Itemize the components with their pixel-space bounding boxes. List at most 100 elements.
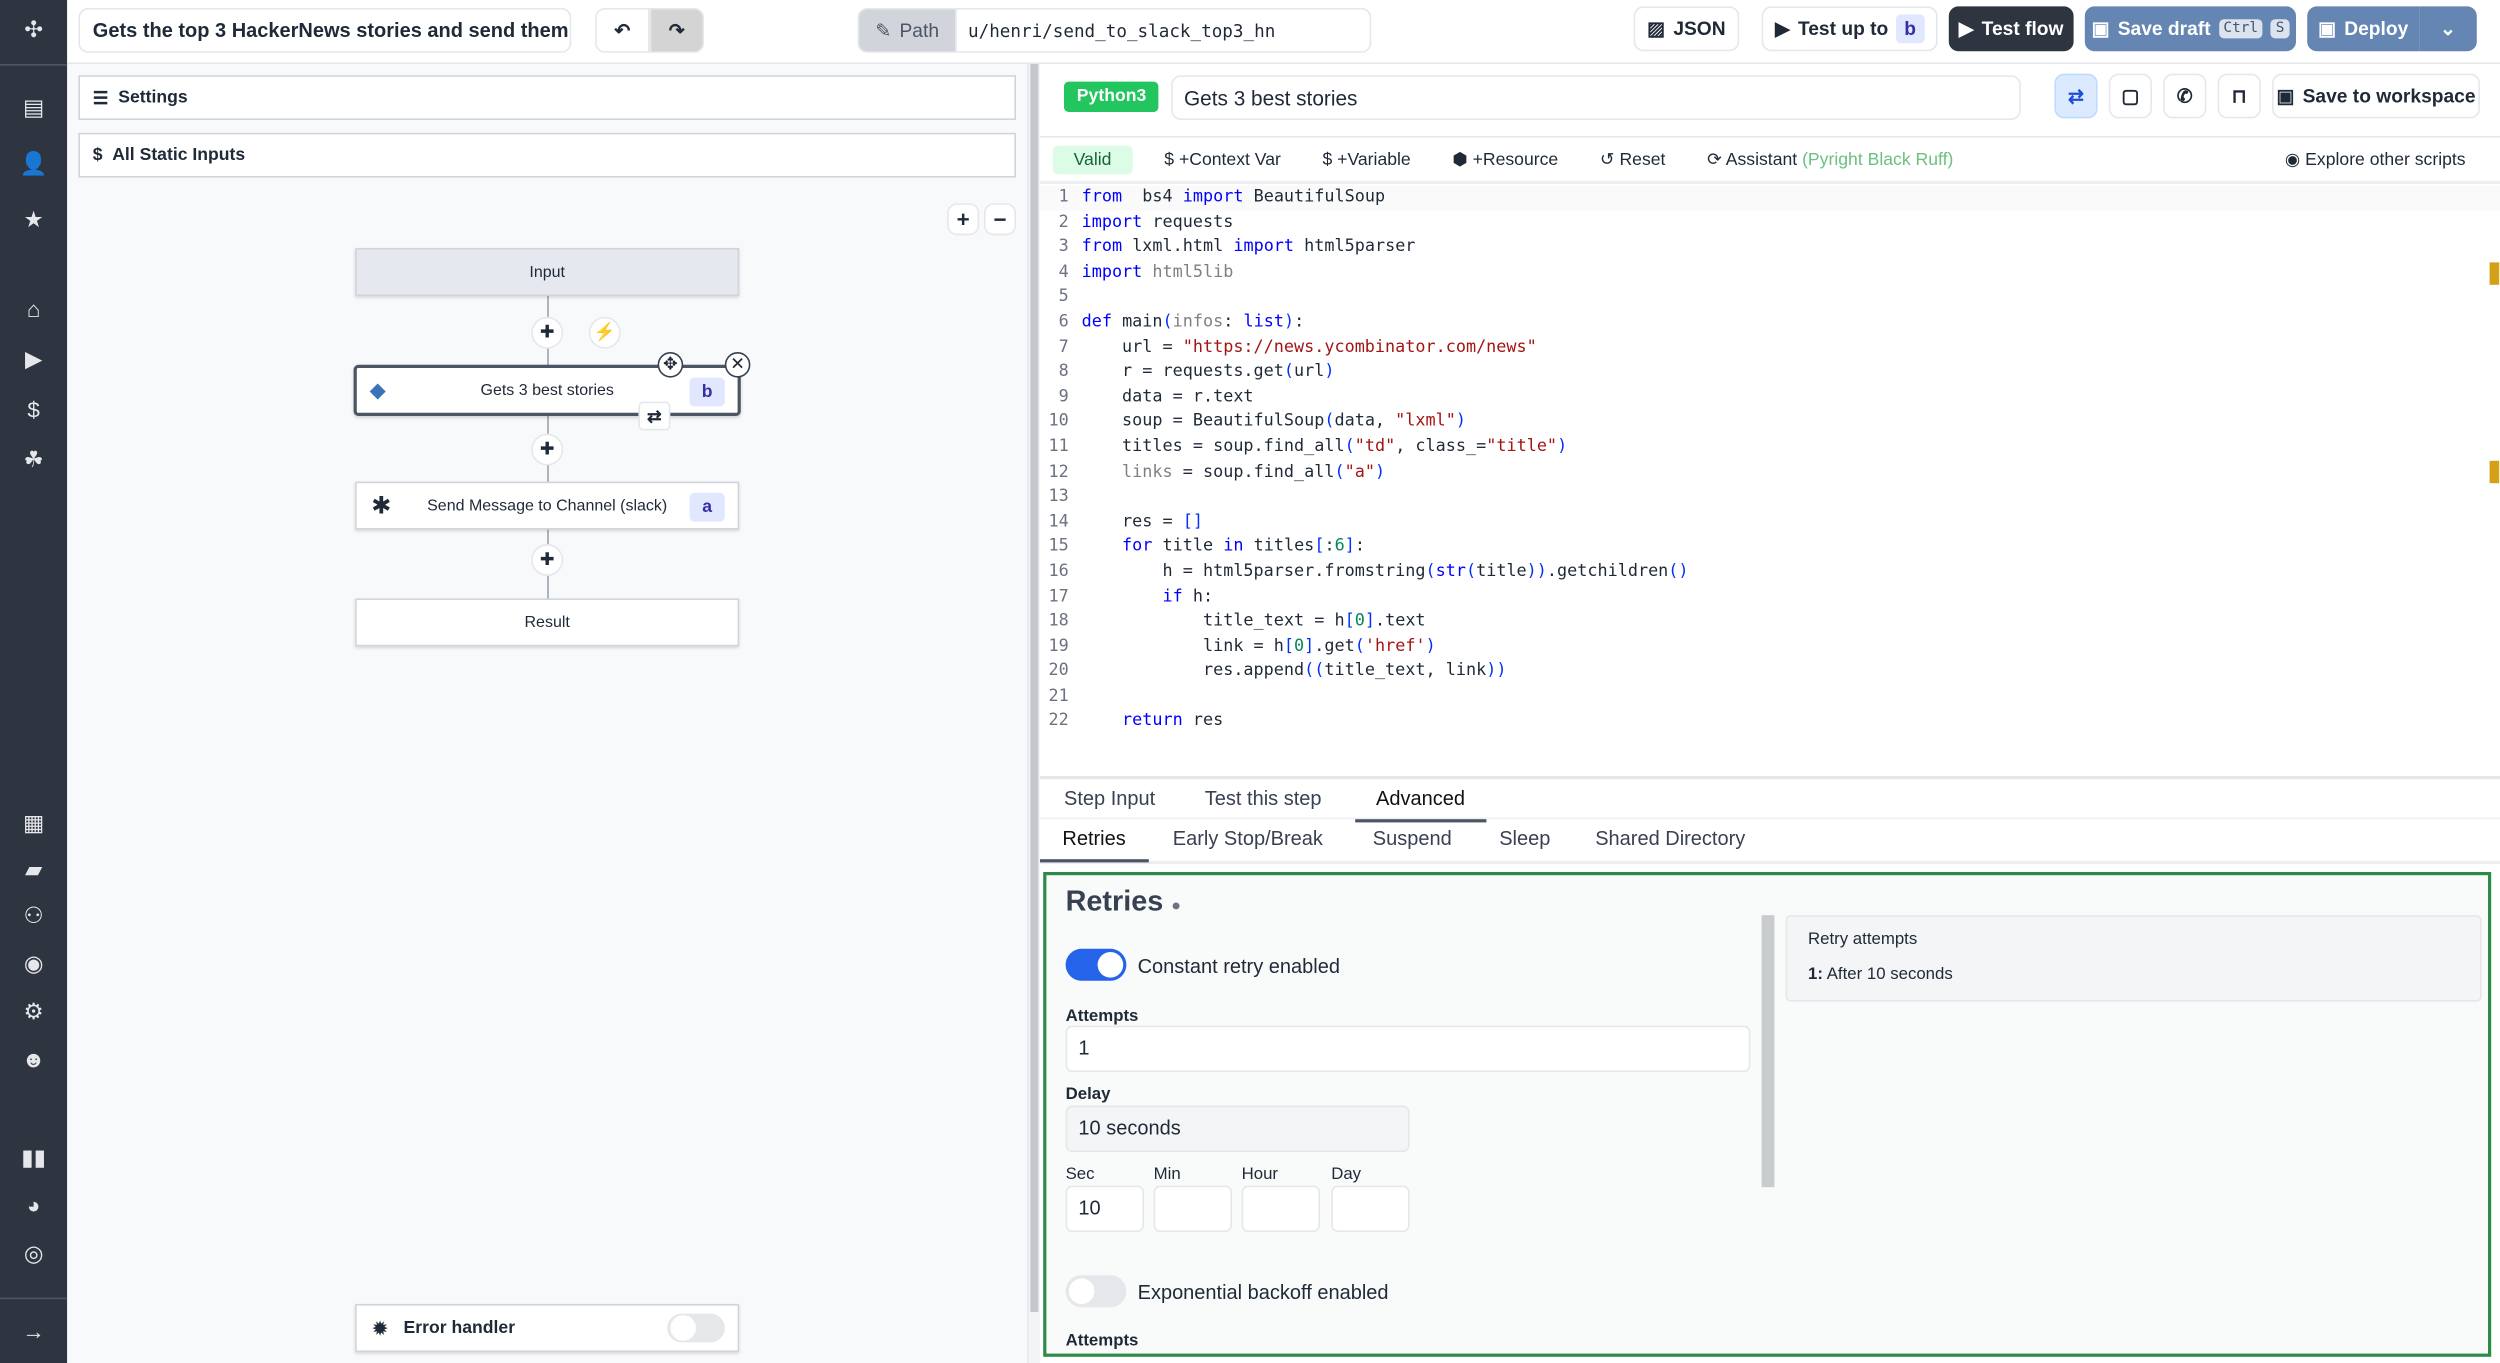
subtab-early-stop[interactable]: Early Stop/Break [1173,827,1323,849]
step-node-b[interactable]: ◆ Gets 3 best stories b [353,364,741,416]
explore-scripts-button[interactable]: ◉ Explore other scripts [2285,149,2466,169]
dollar-icon: $ [92,145,103,165]
undo-button[interactable]: ↶ [595,8,650,53]
code-token: title [1476,561,1527,581]
path-input[interactable]: u/henri/send_to_slack_top3_hn [955,8,1372,53]
plus-icon: ✚ [539,440,555,460]
tab-test-step[interactable]: Test this step [1205,787,1322,809]
variable-button[interactable]: $ +Variable [1322,150,1410,169]
code-token: h = html5parser.fromstring [1081,561,1426,581]
play-icon[interactable]: ▶ [0,346,67,373]
add-step-button[interactable]: ✚ [531,544,564,576]
line-number: 19 [1048,636,1069,656]
subtab-shared-directory[interactable]: Shared Directory [1595,827,1745,849]
folder-icon[interactable]: ▰ [0,856,67,883]
settings-icon[interactable]: ⚙ [0,998,67,1025]
deploy-button[interactable]: ▣ Deploy [2307,6,2420,52]
bot-icon[interactable]: ☻ [0,1046,67,1072]
docs-icon[interactable]: ▮▮ [0,1144,67,1171]
code-token: data, [1334,411,1396,431]
assistant-button[interactable]: ⟳ Assistant (Pyright Black Ruff) [1707,149,1953,169]
settings-row[interactable]: ☰ Settings [78,75,1016,120]
context-var-button[interactable]: $ +Context Var [1164,150,1281,169]
subtab-suspend[interactable]: Suspend [1373,827,1452,849]
flow-title-input[interactable]: Gets the top 3 HackerNews stories and se… [78,8,572,53]
save-draft-button[interactable]: ▣ Save draft Ctrl S [2084,6,2296,52]
sec-input[interactable]: 10 [1065,1185,1144,1232]
min-input[interactable] [1153,1185,1232,1232]
star-icon[interactable]: ★ [0,206,67,233]
phone-button[interactable]: ✆ [2163,73,2207,119]
code-token: import [1182,187,1244,207]
json-button[interactable]: ▨ JSON [1633,6,1740,52]
discord-icon[interactable]: ◕ [0,1192,67,1218]
dollar-icon[interactable]: $ [0,397,67,423]
error-handler-toggle[interactable] [667,1313,725,1343]
path-label[interactable]: ✎ Path [857,8,957,53]
test-up-to-button[interactable]: ▶ Test up to b [1761,6,1938,52]
code-token: .getchildren [1546,561,1669,581]
code-token: [ [1283,636,1295,656]
zoom-out-button[interactable]: − [984,203,1016,236]
bed-button[interactable]: ⊓ [2217,73,2261,119]
resource-button[interactable]: ⬢ +Resource [1452,149,1558,169]
code-token: [] [1182,511,1203,531]
retry-indicator[interactable]: ⇄ [638,401,671,431]
subtab-retries[interactable]: Retries [1040,819,1149,863]
line-number: 12 [1048,461,1069,481]
subtab-sleep[interactable]: Sleep [1499,827,1550,849]
zoom-in-button[interactable]: + [947,203,980,236]
deploy-menu-button[interactable]: ⌄ [2419,6,2477,52]
home-icon[interactable]: ⌂ [0,296,67,322]
step-id-badge: a [689,492,725,522]
line-number: 15 [1048,536,1069,556]
add-step-button[interactable]: ✚ [531,316,564,349]
reset-icon: ↺ [1599,150,1615,170]
code-token: ) [1557,436,1568,456]
step-node-a[interactable]: ✱ Send Message to Channel (slack) a [355,481,740,530]
script-icon[interactable]: ▤ [0,94,67,121]
add-step-button[interactable]: ✚ [531,433,564,466]
summary-input[interactable]: Gets 3 best stories [1171,75,2021,120]
retry-toggle-button[interactable]: ⇄ [2054,73,2098,119]
user-icon[interactable]: 👤 [0,150,67,177]
input-node[interactable]: Input [355,248,740,296]
windmill-logo-icon[interactable]: ✣ [0,16,67,43]
move-icon: ✥ [663,355,678,375]
test-flow-button[interactable]: ▶ Test flow [1948,6,2074,52]
move-node-button[interactable]: ✥ [657,352,684,378]
calendar-icon[interactable]: ▦ [0,810,67,837]
pane-resizer[interactable] [1027,64,1040,1363]
code-editor[interactable]: 1 from bs4 import BeautifulSoup 2 import re… [1040,185,2500,775]
expand-icon[interactable]: → [0,1318,67,1344]
line-number: 10 [1048,411,1069,431]
tab-advanced[interactable]: Advanced [1355,779,1486,823]
save-draft-label: Save draft [2117,17,2211,40]
redo-button[interactable]: ↷ [649,8,704,53]
hour-input[interactable] [1241,1185,1320,1232]
result-node[interactable]: Result [355,598,740,647]
attempts-input[interactable]: 1 [1065,1025,1751,1072]
constant-retry-toggle[interactable] [1065,948,1127,981]
reset-button[interactable]: ↺ Reset [1599,149,1666,170]
resources-icon[interactable]: ☘ [0,446,67,473]
add-trigger-button[interactable]: ⚡ [588,316,621,349]
code-token: [ [1344,611,1355,631]
mobile-view-button[interactable]: ▢ [2108,73,2152,119]
exponential-backoff-toggle[interactable] [1065,1275,1127,1308]
static-inputs-row[interactable]: $ All Static Inputs [78,132,1016,178]
error-handler-row[interactable]: ✹ Error handler [355,1304,740,1352]
day-input[interactable] [1331,1185,1410,1232]
github-icon[interactable]: ◎ [0,1240,67,1267]
panel-scrollbar[interactable] [1761,915,1775,1188]
scrollbar-warning-marker [2489,262,2500,285]
save-to-workspace-button[interactable]: ▣ Save to workspace [2272,73,2480,119]
plus-icon: ✚ [539,323,555,343]
code-token: res = [1081,511,1183,531]
code-token: "title" [1486,436,1558,456]
tab-step-input[interactable]: Step Input [1064,787,1155,809]
groups-icon[interactable]: ⚇ [0,902,67,929]
eye-icon[interactable]: ◉ [0,950,67,977]
delete-node-button[interactable]: ✕ [724,352,751,378]
